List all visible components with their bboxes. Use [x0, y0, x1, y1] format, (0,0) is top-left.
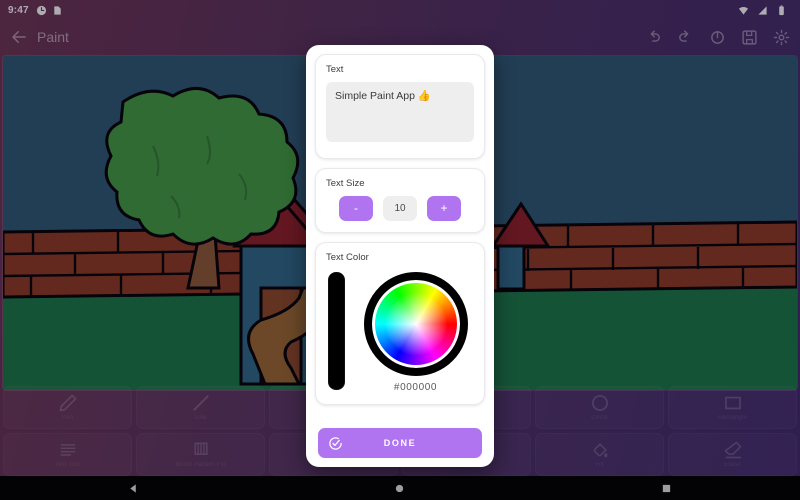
nav-back-icon[interactable]: [128, 483, 139, 494]
text-input[interactable]: [326, 82, 474, 142]
done-button-label: DONE: [383, 438, 417, 448]
brightness-slider[interactable]: [328, 272, 345, 390]
hex-color-value: #000000: [393, 382, 438, 393]
color-wheel[interactable]: [363, 272, 468, 376]
app-root: 9:47 Paint Pen Line Circle Rectangle Tex…: [0, 0, 800, 500]
text-size-value: 10: [383, 196, 417, 221]
text-color-label: Text Color: [326, 252, 369, 263]
increase-text-size-button[interactable]: +: [427, 196, 461, 221]
done-button[interactable]: DONE: [318, 428, 482, 458]
done-button-wrap: DONE: [315, 428, 485, 467]
text-size-section: Text Size - 10 +: [315, 168, 485, 233]
color-picker: #000000: [326, 270, 474, 393]
nav-home-icon[interactable]: [394, 483, 405, 494]
text-size-stepper: - 10 +: [326, 196, 474, 221]
nav-recents-icon[interactable]: [661, 483, 672, 494]
color-wheel-column: #000000: [357, 272, 474, 393]
decrease-text-size-button[interactable]: -: [339, 196, 373, 221]
system-nav-bar: [0, 476, 800, 500]
text-size-label: Text Size: [326, 178, 365, 189]
text-color-section: Text Color #000000: [315, 242, 485, 405]
text-settings-dialog: Text Text Size - 10 + Text Color #000000: [306, 45, 494, 467]
text-section: Text: [315, 54, 485, 159]
text-section-label: Text: [326, 64, 344, 75]
